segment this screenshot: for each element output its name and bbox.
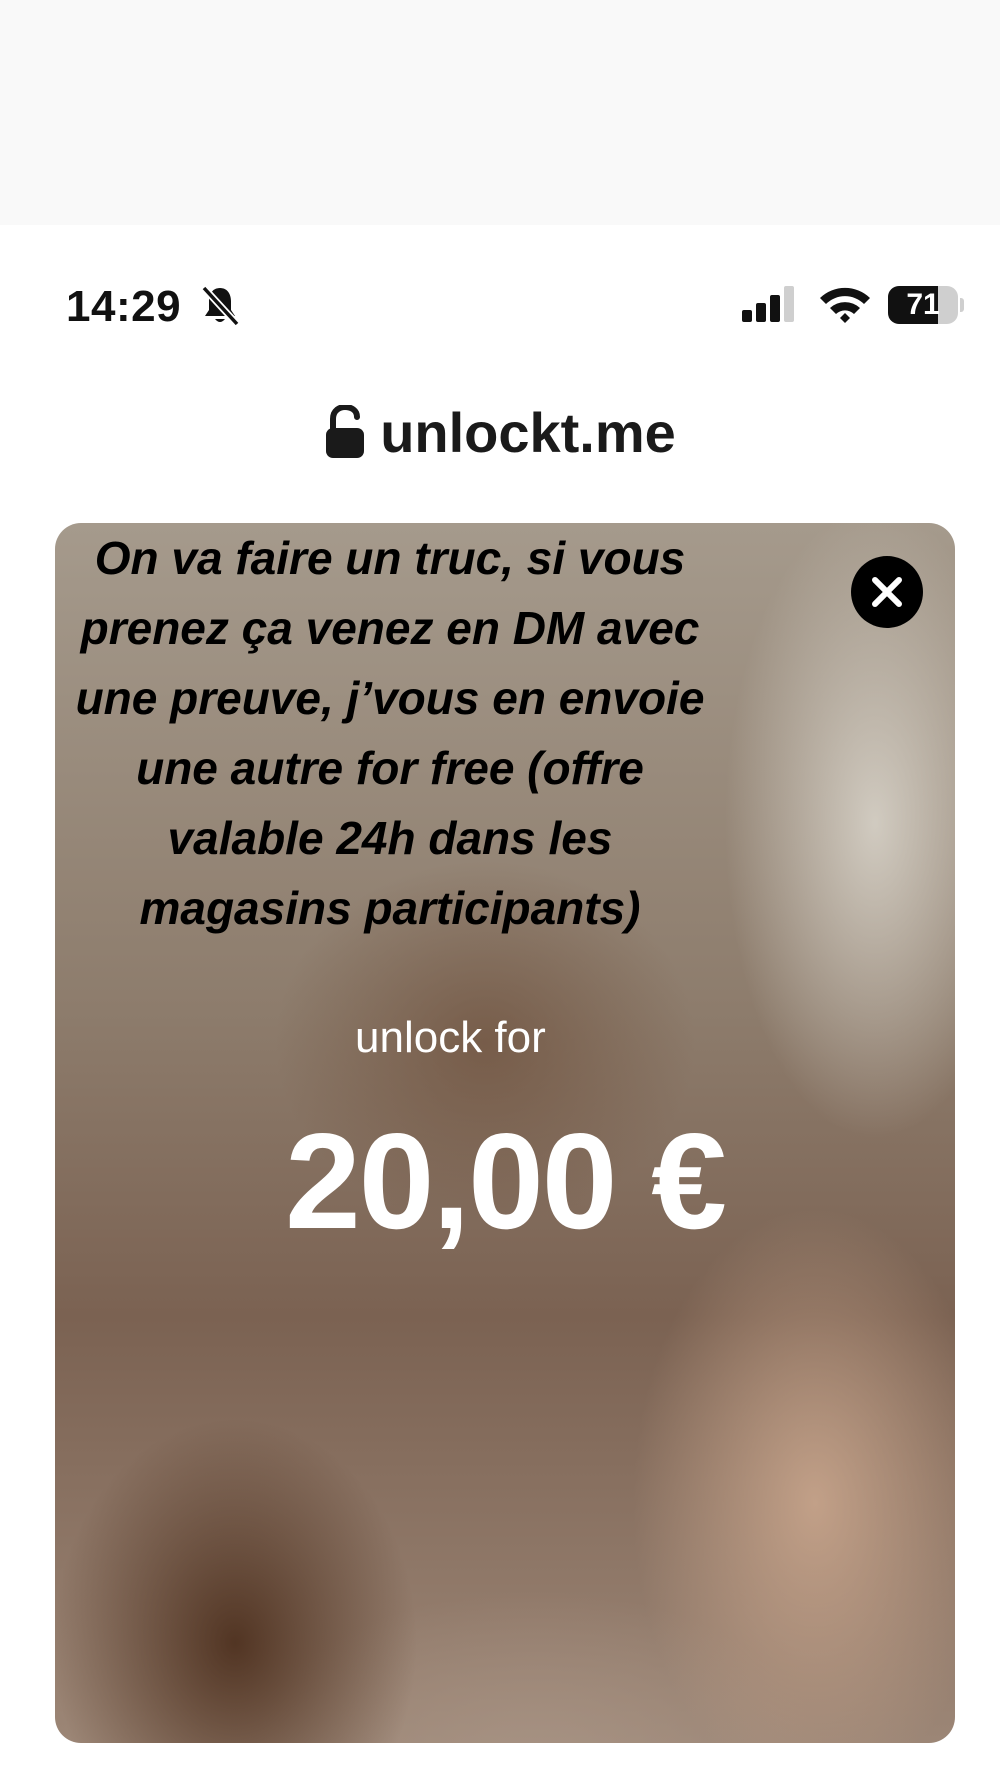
unlock-price[interactable]: 20,00 € bbox=[55, 1103, 955, 1259]
battery-percentage: 71 bbox=[906, 288, 940, 321]
cellular-signal-icon bbox=[742, 286, 794, 322]
bell-slash-icon bbox=[201, 285, 240, 327]
lock-icon bbox=[326, 405, 365, 458]
close-icon bbox=[872, 577, 902, 607]
promo-message: On va faire un truc, si vous prenez ça v… bbox=[75, 532, 705, 934]
battery-icon: 71 bbox=[888, 286, 964, 324]
wifi-icon bbox=[820, 287, 870, 323]
battery-body: 71 bbox=[888, 286, 958, 324]
close-button[interactable] bbox=[851, 556, 923, 628]
url-text: unlockt.me bbox=[380, 400, 676, 464]
battery-cap bbox=[960, 298, 964, 312]
top-blank-area bbox=[0, 0, 1000, 225]
status-time: 14:29 bbox=[66, 282, 182, 331]
unlock-card: On va faire un truc, si vous prenez ça v… bbox=[55, 523, 955, 1743]
address-bar[interactable]: unlockt.me bbox=[0, 392, 1000, 472]
unlock-label: unlock for bbox=[355, 1013, 546, 1062]
